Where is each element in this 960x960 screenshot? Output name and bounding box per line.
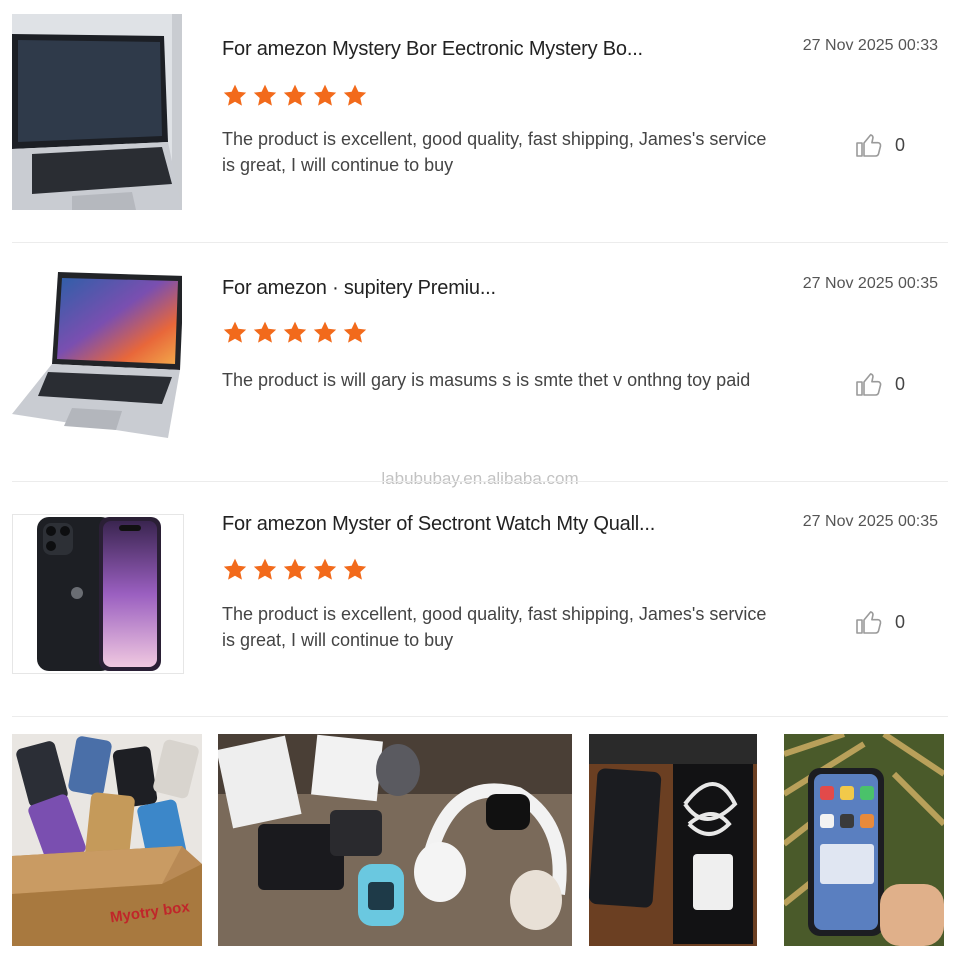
phone-in-hand-photo[interactable]	[784, 734, 944, 946]
review-rating	[222, 320, 368, 346]
review-thumbnail-laptop[interactable]	[12, 254, 182, 450]
review-thumbnail-smartphone[interactable]	[12, 514, 184, 674]
star-icon	[283, 84, 307, 106]
star-icon	[223, 558, 247, 580]
phone-in-hand-image	[784, 734, 944, 946]
star-icon	[313, 321, 337, 343]
thumbs-up-icon	[856, 611, 882, 634]
star-icon	[313, 558, 337, 580]
like-button[interactable]: 0	[855, 609, 905, 635]
review-date: 27 Nov 2025 00:33	[802, 37, 938, 54]
review-product-title[interactable]: For amezon Mystery Bor Eectronic Mystery…	[222, 38, 643, 61]
thumbs-up-icon	[856, 373, 882, 396]
mystery-box-image: Myotry box	[12, 734, 202, 946]
like-count: 0	[895, 373, 906, 394]
electronics-assortment-image	[218, 734, 572, 946]
like-count: 0	[895, 611, 906, 632]
phone-and-charger-box-photo[interactable]	[589, 734, 757, 946]
review-date: 27 Nov 2025 00:35	[802, 275, 938, 292]
review-product-title[interactable]: For amezon · supitery Premiu...	[222, 277, 496, 300]
star-icon	[283, 321, 307, 343]
review-rating	[222, 557, 368, 583]
phone-and-charger-box-image	[589, 734, 757, 946]
divider	[12, 716, 948, 717]
electronics-assortment-photo[interactable]	[218, 734, 572, 946]
divider	[12, 242, 948, 243]
review-thumbnail-laptop[interactable]	[12, 14, 182, 210]
mystery-box-photo[interactable]: Myotry box	[12, 734, 202, 946]
star-icon	[343, 84, 367, 106]
review-text: The product is excellent, good quality, …	[222, 604, 767, 650]
like-button[interactable]: 0	[855, 371, 905, 397]
star-icon	[223, 84, 247, 106]
review-rating	[222, 83, 368, 109]
review-photo-gallery: Myotry box	[0, 734, 960, 948]
like-count: 0	[895, 134, 906, 155]
like-button[interactable]: 0	[855, 132, 905, 158]
star-icon	[313, 84, 337, 106]
laptop-photo	[12, 254, 182, 450]
watermark: labububay.en.alibaba.com	[381, 469, 579, 488]
star-icon	[223, 321, 247, 343]
star-icon	[343, 321, 367, 343]
star-icon	[253, 84, 277, 106]
review-product-title[interactable]: For amezon Myster of Sectront Watch Mty …	[222, 513, 655, 536]
review-date: 27 Nov 2025 00:35	[802, 513, 938, 530]
star-icon	[253, 558, 277, 580]
smartphone-photo	[13, 515, 183, 673]
review-text: The product is excellent, good quality, …	[222, 129, 767, 175]
star-icon	[253, 321, 277, 343]
laptop-photo	[12, 14, 182, 210]
thumbs-up-icon	[856, 134, 882, 157]
star-icon	[283, 558, 307, 580]
star-icon	[343, 558, 367, 580]
review-text: The product is will gary is masums s is …	[222, 370, 751, 390]
divider	[12, 481, 948, 482]
